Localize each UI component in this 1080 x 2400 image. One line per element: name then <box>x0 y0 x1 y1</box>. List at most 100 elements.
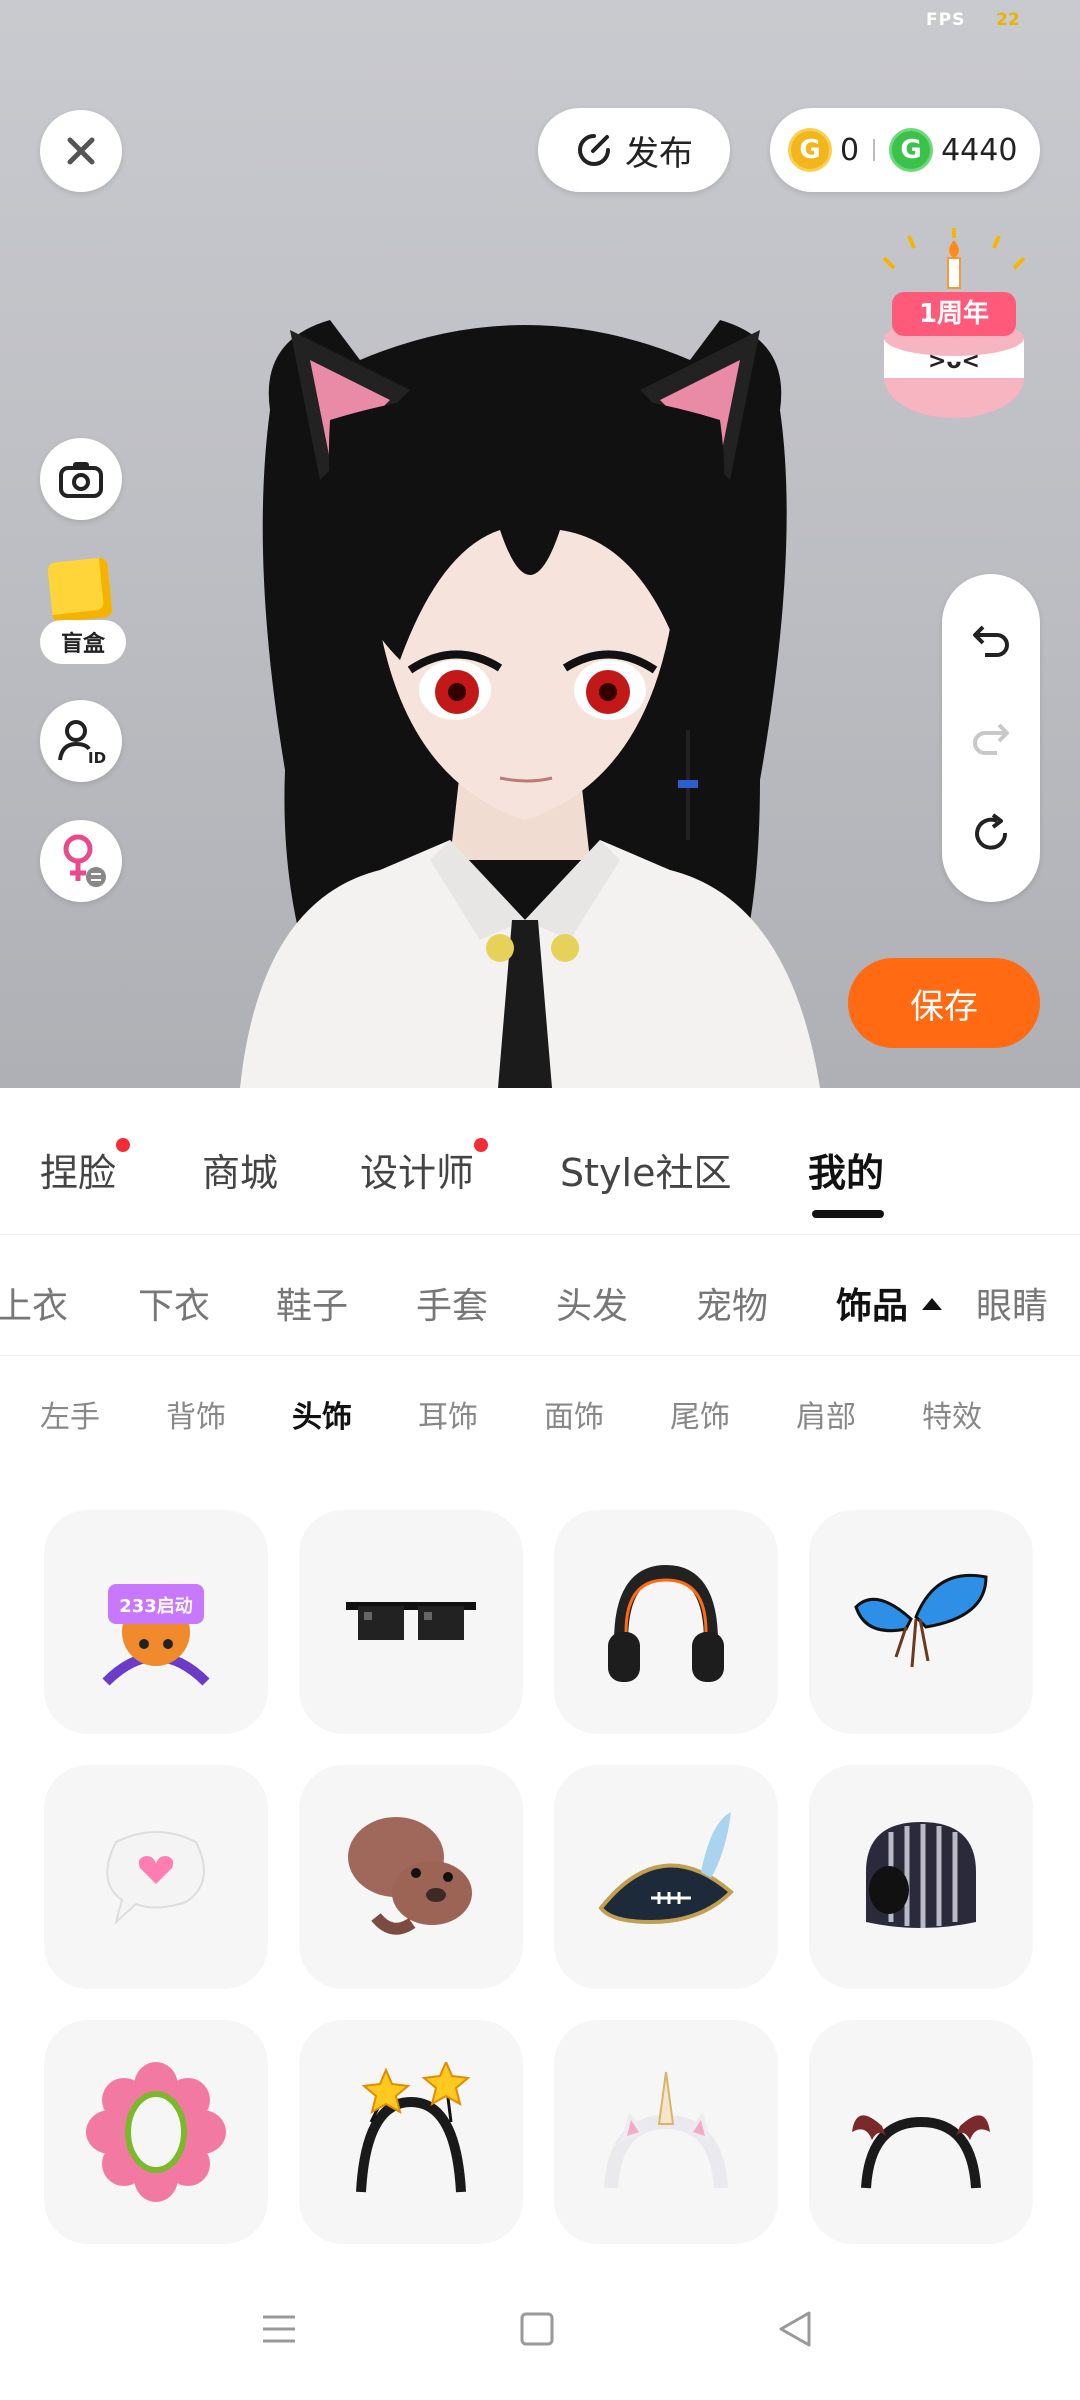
active-tab-indicator <box>812 1210 884 1218</box>
camera-button[interactable] <box>40 438 122 520</box>
item-card[interactable] <box>299 1510 523 1734</box>
category-hair[interactable]: 头发 <box>556 1277 628 1329</box>
subcategory-bar: 左手 背饰 头饰 耳饰 面饰 尾饰 肩部 特效 <box>0 1356 1080 1466</box>
anniversary-cake-icon[interactable]: 1周年 >ᴗ< <box>874 228 1034 448</box>
subcategory-face[interactable]: 面饰 <box>544 1392 604 1436</box>
blind-box-button[interactable]: 盲盒 <box>40 557 126 664</box>
gold-coin-icon: G <box>788 128 832 172</box>
category-pets[interactable]: 宠物 <box>696 1277 768 1329</box>
publish-button[interactable]: 发布 <box>538 108 730 192</box>
unicorn-headband-icon <box>604 2071 728 2189</box>
back-button[interactable] <box>770 2304 820 2354</box>
user-id-icon: ID <box>58 720 106 766</box>
item-card[interactable] <box>554 2020 778 2244</box>
home-square-icon <box>520 2312 554 2346</box>
subcategory-effects[interactable]: 特效 <box>922 1392 982 1436</box>
undo-button[interactable] <box>966 614 1016 664</box>
tab-face[interactable]: 捏脸 <box>40 1138 131 1197</box>
item-card[interactable] <box>809 1765 1033 1989</box>
currency-divider <box>873 139 876 161</box>
subcategory-shoulder[interactable]: 肩部 <box>796 1392 856 1436</box>
item-card[interactable] <box>44 1765 268 1989</box>
category-tops[interactable]: 上衣 <box>0 1277 68 1329</box>
category-bar: 上衣 下衣 鞋子 手套 头发 宠物 饰品 眼睛 <box>0 1235 1080 1356</box>
item-card[interactable] <box>44 2020 268 2244</box>
category-gloves[interactable]: 手套 <box>416 1277 488 1329</box>
system-nav-bar <box>0 2280 1080 2400</box>
anniversary-text: 1周年 <box>919 298 989 329</box>
category-shoes[interactable]: 鞋子 <box>276 1277 348 1329</box>
item-card[interactable] <box>809 1510 1033 1734</box>
save-button[interactable]: 保存 <box>848 958 1040 1048</box>
headphones-icon <box>608 1564 724 1682</box>
redo-button[interactable] <box>966 712 1016 762</box>
avatar-id-button[interactable]: ID <box>40 700 122 782</box>
fps-label: FPS <box>926 10 966 30</box>
tab-face-label: 捏脸 <box>40 1151 117 1195</box>
gold-coin-count: 0 <box>840 132 860 168</box>
main-tabs: 捏脸 商城 设计师 Style社区 我的 <box>0 1088 1080 1235</box>
tab-style-community[interactable]: Style社区 <box>560 1142 731 1197</box>
item-card[interactable] <box>809 2020 1033 2244</box>
svg-text:ID: ID <box>88 749 106 766</box>
avatar-viewport[interactable]: FPS 22 发布 G 0 G 4440 1周年 >ᴗ< 盲盒 ID 保存 <box>0 0 1080 1088</box>
history-toolbar <box>942 574 1040 902</box>
subcategory-left-hand[interactable]: 左手 <box>40 1392 100 1436</box>
tab-mine[interactable]: 我的 <box>808 1142 884 1197</box>
tab-shop[interactable]: 商城 <box>202 1142 278 1197</box>
item-card[interactable]: 233启动 <box>44 1510 268 1734</box>
menu-button[interactable] <box>254 2304 304 2354</box>
item-card[interactable] <box>299 1765 523 1989</box>
female-gender-icon <box>63 834 106 887</box>
tab-designer[interactable]: 设计师 <box>360 1138 489 1197</box>
subcategory-back[interactable]: 背饰 <box>166 1392 226 1436</box>
seal-plush-icon <box>348 1817 472 1935</box>
category-accessories-label: 饰品 <box>836 1286 909 1327</box>
knit-hood-icon <box>866 1822 976 1928</box>
fps-value: 22 <box>996 10 1020 30</box>
menu-icon <box>263 2315 295 2343</box>
category-bottoms[interactable]: 下衣 <box>138 1277 210 1329</box>
close-button[interactable] <box>40 110 122 192</box>
home-button[interactable] <box>512 2304 562 2354</box>
avatar-character[interactable] <box>200 300 850 1088</box>
green-coin-count: 4440 <box>941 132 1018 168</box>
item-card[interactable] <box>554 1765 778 1989</box>
undo-icon <box>973 625 1009 657</box>
tab-designer-label: 设计师 <box>360 1151 475 1195</box>
svg-text:233启动: 233启动 <box>119 1595 193 1617</box>
notification-dot <box>116 1138 131 1152</box>
pink-flower-headband-icon <box>86 2062 226 2202</box>
pirate-hat-icon <box>598 1812 734 1925</box>
233-launch-headpiece-icon: 233启动 <box>102 1584 210 1686</box>
svg-text:>ᴗ<: >ᴗ< <box>928 349 980 374</box>
bat-wing-headband-icon <box>852 2115 990 2189</box>
blind-box-label: 盲盒 <box>40 620 126 664</box>
heart-speech-bubble-icon <box>106 1831 205 1926</box>
item-card[interactable] <box>554 1510 778 1734</box>
redo-icon <box>973 723 1009 755</box>
green-coin-icon: G <box>889 128 934 172</box>
reset-button[interactable] <box>966 810 1016 860</box>
category-eyes[interactable]: 眼睛 <box>976 1277 1048 1329</box>
gender-switch-button[interactable] <box>40 820 122 902</box>
back-triangle-icon <box>779 2311 811 2347</box>
subcategory-tail[interactable]: 尾饰 <box>670 1392 730 1436</box>
tab-style-community-label: Style社区 <box>560 1151 732 1195</box>
currency-pill[interactable]: G 0 G 4440 <box>770 108 1040 192</box>
category-accessories[interactable]: 饰品 <box>836 1277 943 1329</box>
blind-box-icon <box>47 557 113 623</box>
tab-shop-label: 商城 <box>202 1151 279 1195</box>
notification-dot <box>474 1138 489 1152</box>
tab-mine-label: 我的 <box>808 1151 885 1195</box>
item-card[interactable] <box>299 2020 523 2244</box>
subcategory-headwear[interactable]: 头饰 <box>292 1392 352 1436</box>
star-headband-icon <box>356 2062 471 2193</box>
wardrobe-panel: 捏脸 商城 设计师 Style社区 我的 上衣 下衣 鞋子 手套 头发 宠物 饰… <box>0 1088 1080 2400</box>
publish-icon <box>578 134 610 166</box>
close-icon <box>67 137 95 165</box>
camera-icon <box>59 462 103 498</box>
subcategory-earrings[interactable]: 耳饰 <box>418 1392 478 1436</box>
reset-icon <box>975 813 1008 850</box>
blue-butterfly-icon <box>854 1573 988 1668</box>
